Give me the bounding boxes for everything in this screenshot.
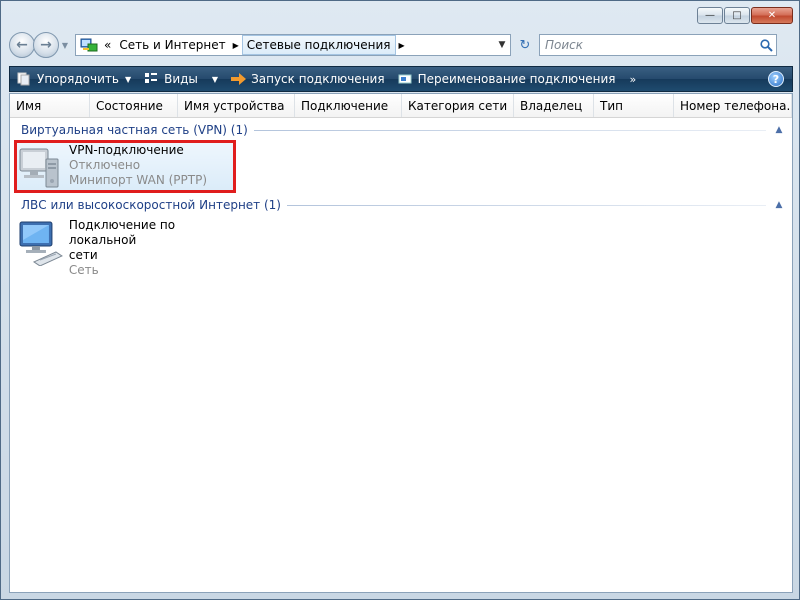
maximize-button[interactable]: □ [724,7,750,24]
lan-computer-icon [19,221,63,266]
address-bar[interactable]: « Сеть и Интернет ▶ Сетевые подключения … [75,34,511,56]
rename-connection-label: Переименование подключения [417,72,616,86]
search-placeholder: Поиск [545,38,584,52]
column-header-device-name[interactable]: Имя устройства [178,94,295,117]
start-connection-button[interactable]: Запуск подключения [224,67,391,91]
refresh-icon: ↻ [519,37,531,53]
breadcrumb-network-internet[interactable]: Сеть и Интернет [115,35,229,55]
help-button[interactable]: ? [768,71,784,87]
chevron-down-icon: ▼ [124,74,132,84]
arrow-right-icon [230,71,246,87]
organize-button[interactable]: Упорядочить ▼ [10,67,137,91]
views-icon [143,71,159,87]
recent-pages-dropdown[interactable]: ▼ [59,41,71,50]
address-row: ← → ▼ « Сеть и Интернет ▶ Сетевые подклю… [9,32,793,58]
organize-label: Упорядочить [37,72,119,86]
caption-buttons: — □ ✕ [697,7,793,24]
column-header-type[interactable]: Тип [594,94,674,117]
breadcrumb-separator-icon[interactable]: ▶ [230,41,242,50]
start-connection-label: Запуск подключения [251,72,385,86]
column-header-network-category[interactable]: Категория сети [402,94,514,117]
column-header-status[interactable]: Состояние [90,94,178,117]
search-icon[interactable] [756,38,776,52]
organize-icon [16,71,32,87]
breadcrumb-overflow[interactable]: « [100,35,115,55]
group-title: Виртуальная частная сеть (VPN) (1) [21,123,248,137]
command-toolbar: Упорядочить ▼ Виды ▼ Запуск подключения … [9,66,793,92]
column-header-phone-number[interactable]: Номер телефона... [674,94,792,117]
more-commands-button[interactable]: » [622,73,645,86]
breadcrumb-separator-icon[interactable]: ▶ [396,41,408,50]
close-button[interactable]: ✕ [751,7,793,24]
views-label: Виды [164,72,198,86]
chevron-down-icon: ▼ [211,74,219,84]
search-input[interactable]: Поиск [539,34,777,56]
address-dropdown[interactable]: ▼ [494,40,510,50]
rename-connection-button[interactable]: Переименование подключения [391,67,622,91]
minimize-button[interactable]: — [697,7,723,24]
lan-connection-item[interactable]: Подключение по локальной сети Сеть [16,218,246,278]
column-header-owner[interactable]: Владелец [514,94,594,117]
forward-arrow-icon: → [40,37,52,53]
item-name-line1: Подключение по локальной [68,218,176,247]
views-button[interactable]: Виды ▼ [137,67,224,91]
forward-button[interactable]: → [33,32,59,58]
group-title: ЛВС или высокоскоростной Интернет (1) [21,198,281,212]
network-folder-icon [80,38,98,52]
group-header-vpn[interactable]: Виртуальная частная сеть (VPN) (1) ▲ [10,121,792,139]
breadcrumb-network-connections[interactable]: Сетевые подключения [241,35,396,55]
collapse-icon[interactable]: ▲ [772,200,786,210]
column-headers: Имя Состояние Имя устройства Подключение… [10,94,792,118]
connections-list: Имя Состояние Имя устройства Подключение… [9,93,793,593]
column-header-name[interactable]: Имя [10,94,90,117]
refresh-button[interactable]: ↻ [513,34,537,56]
explorer-window: — □ ✕ ← → ▼ « Сеть и Интернет ▶ Сетевые … [0,0,800,600]
item-category: Сеть [68,263,99,277]
collapse-icon[interactable]: ▲ [772,125,786,135]
group-header-lan[interactable]: ЛВС или высокоскоростной Интернет (1) ▲ [10,196,792,214]
rename-icon [397,71,413,87]
column-header-connection[interactable]: Подключение [295,94,402,117]
highlight-annotation [14,140,236,193]
back-arrow-icon: ← [16,37,28,53]
back-button[interactable]: ← [9,32,35,58]
item-name-line2: сети [68,248,98,262]
